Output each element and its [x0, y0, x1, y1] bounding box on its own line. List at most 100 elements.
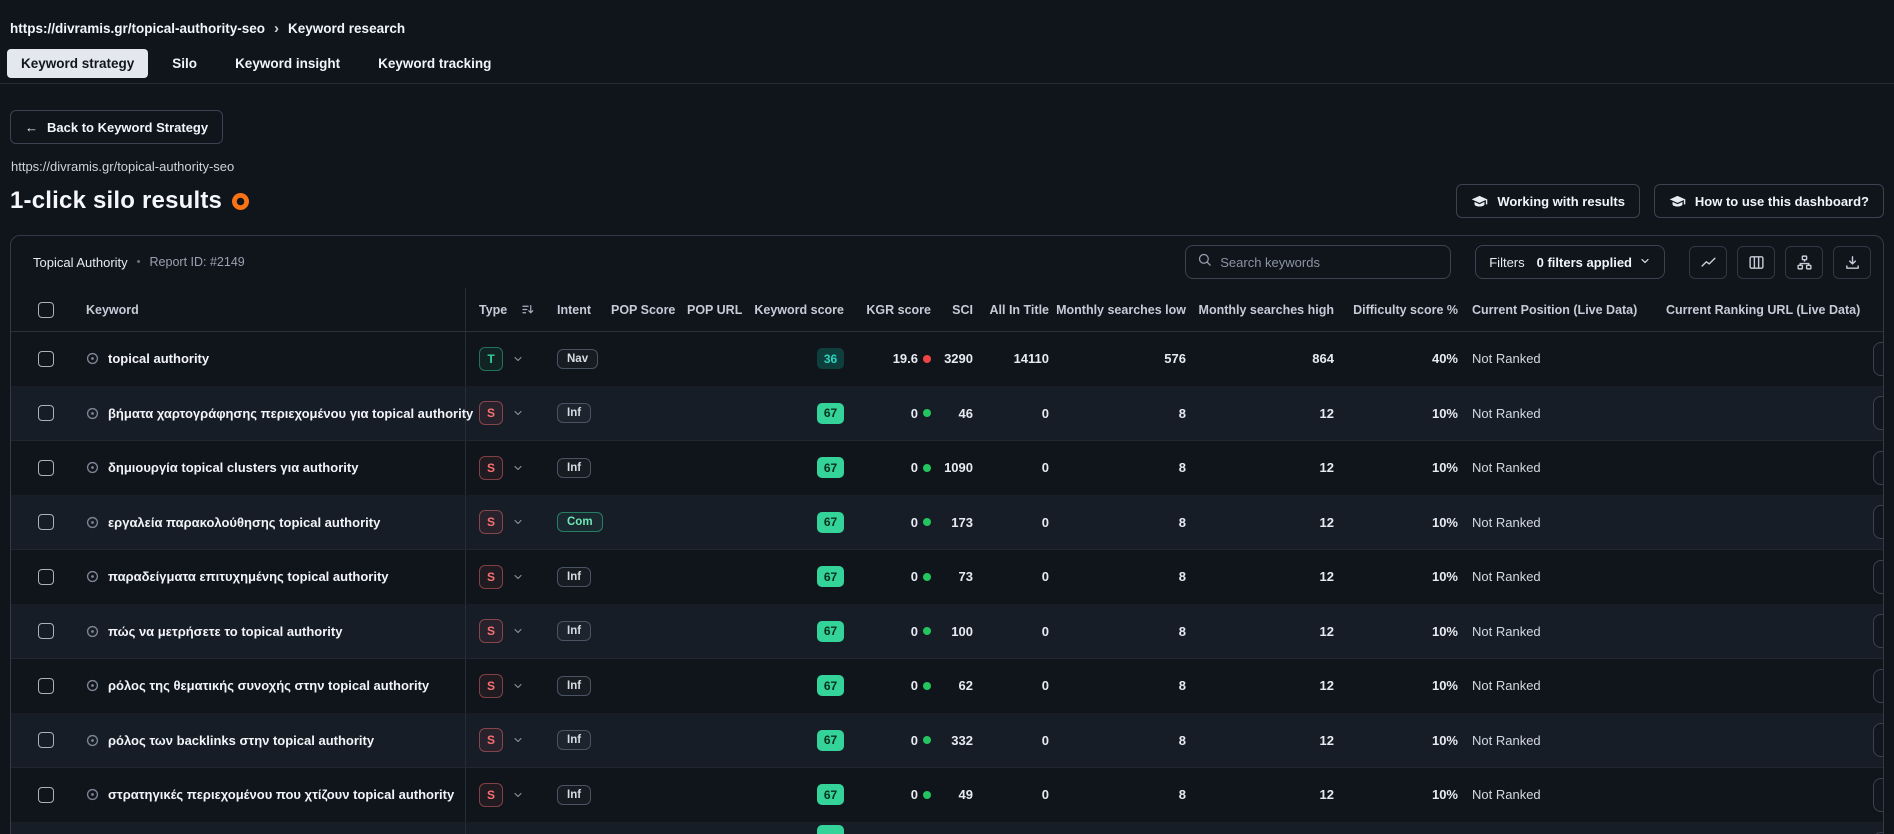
chevron-down-icon[interactable] — [512, 407, 524, 419]
chevron-down-icon[interactable] — [512, 734, 524, 746]
working-with-results-button[interactable]: Working with results — [1456, 184, 1640, 218]
sci-value: 332 — [951, 732, 973, 748]
table-row: εργαλεία παρακολούθησης topical authorit… — [11, 495, 1883, 550]
row-checkbox[interactable] — [38, 350, 54, 367]
all-in-title-value: 0 — [1041, 514, 1049, 530]
difficulty-value: 10% — [1431, 405, 1458, 421]
keyword-text: εργαλεία παρακολούθησης topical authorit… — [108, 514, 381, 530]
ranking-url-button[interactable] — [1873, 396, 1884, 431]
type-badge: T — [479, 346, 503, 371]
chevron-down-icon[interactable] — [512, 353, 524, 365]
row-checkbox[interactable] — [38, 677, 54, 694]
kgr-dot — [923, 463, 931, 472]
how-to-use-button[interactable]: How to use this dashboard? — [1653, 184, 1884, 218]
ranking-url-button[interactable] — [1873, 450, 1883, 485]
keyword-score-badge: 67 — [817, 402, 844, 424]
row-checkbox[interactable] — [38, 623, 54, 640]
report-id: Report ID: #2149 — [149, 255, 245, 269]
kgr-value: 0 — [910, 787, 918, 803]
difficulty-value: 40% — [1431, 351, 1458, 367]
row-checkbox[interactable] — [38, 459, 54, 476]
current-position-value: Not Ranked — [1472, 514, 1541, 530]
kgr-value: 0 — [910, 460, 918, 476]
pop-score-cell — [608, 387, 684, 441]
download-button[interactable] — [1833, 245, 1871, 279]
row-checkbox[interactable] — [38, 732, 54, 749]
orange-donut-icon — [232, 192, 250, 210]
select-all-checkbox[interactable] — [38, 301, 54, 318]
pop-score-cell — [608, 550, 684, 604]
chevron-down-icon[interactable] — [512, 789, 524, 801]
link-icon — [1883, 405, 1884, 421]
table-row: στρατηγικές περιεχομένου που χτίζουν top… — [11, 768, 1884, 823]
keyword-bullet-icon — [86, 570, 99, 583]
tab-silo[interactable]: Silo — [158, 49, 211, 78]
breadcrumb-current: Keyword research — [288, 21, 406, 36]
link-icon — [1883, 678, 1884, 694]
keyword-score-badge: 67 — [817, 784, 844, 806]
report-url: https://divramis.gr/topical-authority-se… — [11, 159, 235, 174]
current-ranking-url-cell — [1656, 823, 1863, 834]
filters-dropdown[interactable]: Filters 0 filters applied — [1475, 245, 1665, 279]
kgr-dot — [923, 572, 931, 581]
row-checkbox[interactable] — [38, 568, 54, 585]
chevron-down-icon[interactable] — [512, 571, 524, 583]
all-in-title-value: 0 — [1041, 460, 1049, 476]
ranking-url-button[interactable] — [1873, 668, 1884, 703]
tab-keyword-strategy[interactable]: Keyword strategy — [7, 49, 149, 78]
keyword-score-badge: 67 — [817, 511, 844, 533]
tab-keyword-tracking[interactable]: Keyword tracking — [364, 49, 505, 78]
ranking-url-button[interactable] — [1873, 341, 1884, 376]
table-row: βήματα χαρτογράφησης περιεχομένου για to… — [11, 386, 1884, 441]
download-icon — [1845, 255, 1859, 269]
pop-score-cell — [608, 605, 684, 659]
sci-value: 3290 — [944, 351, 973, 367]
row-checkbox[interactable] — [38, 405, 54, 422]
breadcrumb-root-link[interactable]: https://divramis.gr/topical-authority-se… — [10, 21, 265, 36]
columns-button[interactable] — [1737, 245, 1775, 279]
back-button[interactable]: ← Back to Keyword Strategy — [10, 110, 224, 144]
pop-score-cell — [608, 823, 684, 834]
tab-keyword-insight[interactable]: Keyword insight — [221, 49, 354, 78]
ranking-url-button[interactable] — [1873, 505, 1883, 540]
chevron-down-icon[interactable] — [512, 625, 524, 637]
working-with-results-label: Working with results — [1497, 193, 1625, 209]
col-intent: Intent — [557, 302, 592, 317]
sitemap-button[interactable] — [1785, 245, 1823, 279]
trend-chart-button[interactable] — [1689, 245, 1727, 279]
current-ranking-url-cell — [1656, 768, 1863, 822]
sci-value: 46 — [958, 405, 973, 421]
back-button-label: Back to Keyword Strategy — [47, 119, 209, 135]
monthly-high-value: 12 — [1319, 460, 1334, 476]
ranking-url-button[interactable] — [1873, 777, 1884, 812]
keyword-score-badge — [817, 824, 844, 834]
keyword-text: δημιουργία topical clusters για authorit… — [108, 460, 359, 476]
chevron-down-icon[interactable] — [512, 462, 524, 474]
ranking-url-button[interactable] — [1873, 723, 1884, 758]
keyword-bullet-icon — [86, 461, 99, 474]
chevron-down-icon[interactable] — [512, 516, 524, 528]
intent-badge: Nav — [557, 348, 599, 369]
row-checkbox[interactable] — [38, 514, 54, 531]
row-checkbox[interactable] — [38, 786, 54, 803]
table-row: ρόλος των backlinks στην topical authori… — [11, 713, 1884, 768]
search-input[interactable] — [1220, 254, 1440, 270]
kgr-value: 0 — [910, 569, 918, 585]
ranking-url-button[interactable] — [1873, 614, 1883, 649]
keyword-text: βήματα χαρτογράφησης περιεχομένου για to… — [108, 405, 474, 421]
col-sci: SCI — [952, 302, 973, 317]
all-in-title-value: 0 — [1041, 787, 1049, 803]
chevron-down-icon — [1639, 255, 1651, 270]
link-icon — [1883, 787, 1884, 803]
ranking-url-button[interactable] — [1873, 559, 1884, 594]
link-icon — [1883, 732, 1884, 748]
link-icon — [1883, 569, 1884, 585]
link-icon — [1883, 351, 1884, 367]
monthly-low-value: 576 — [1164, 351, 1186, 367]
monthly-low-value: 8 — [1178, 787, 1186, 803]
current-position-value: Not Ranked — [1472, 569, 1541, 585]
type-badge: S — [479, 619, 503, 644]
pop-score-cell — [608, 441, 684, 495]
sort-icon[interactable] — [521, 303, 534, 316]
chevron-down-icon[interactable] — [512, 680, 524, 692]
